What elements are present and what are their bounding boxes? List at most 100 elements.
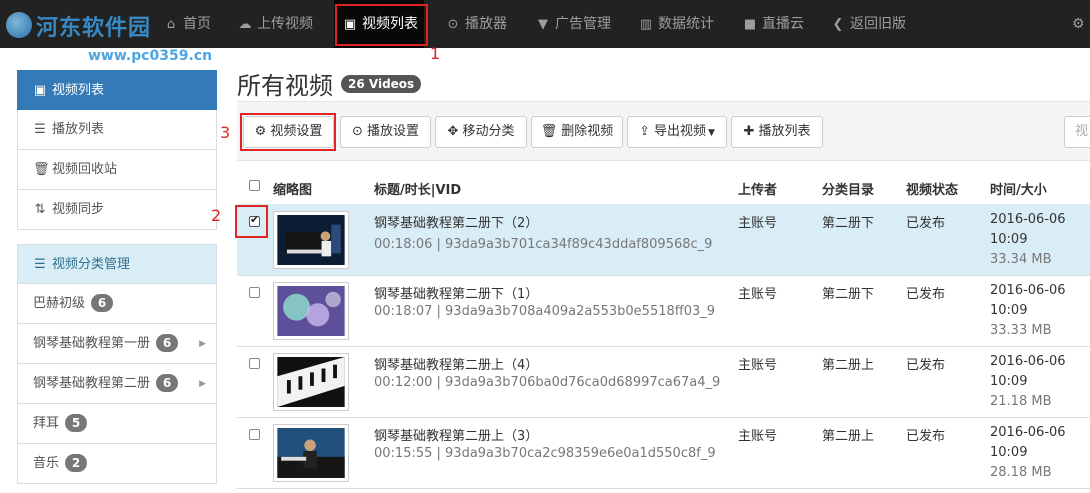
filter-icon: ▼ xyxy=(538,17,548,32)
sidebar-item-playlist[interactable]: ☰ 播放列表 xyxy=(17,110,217,150)
sidebar-category-header[interactable]: ☰ 视频分类管理 xyxy=(17,244,217,284)
category-item[interactable]: 钢琴基础教程第一册 6 ▶ xyxy=(17,324,217,364)
nav-ad-management[interactable]: ▼ 广告管理 xyxy=(535,0,611,48)
export-video-button[interactable]: ⇪ 导出视频 ▼ xyxy=(627,116,727,148)
move-icon: ✥ xyxy=(447,124,459,139)
list-icon: ☰ xyxy=(34,122,46,137)
table-row[interactable]: 钢琴基础教程第二册上（3） 00:15:55 | 93da9a3b70ca2c9… xyxy=(237,417,1090,489)
select-all-checkbox[interactable] xyxy=(249,180,260,191)
header-time-size[interactable]: 时间/大小 xyxy=(990,179,1047,198)
header-title[interactable]: 标题/时长|VID xyxy=(374,179,461,198)
header-uploader[interactable]: 上传者 xyxy=(738,179,777,198)
annotation-box-3 xyxy=(240,113,336,151)
uploader: 主账号 xyxy=(738,358,778,373)
move-category-button[interactable]: ✥ 移动分类 xyxy=(435,116,527,148)
video-duration-vid: 00:18:07 | 93da9a3b708a409a2a553b0e5518f… xyxy=(374,304,716,319)
video-title[interactable]: 钢琴基础教程第二册下（1） xyxy=(374,283,538,302)
nav-home[interactable]: ⌂ 首页 xyxy=(163,0,211,48)
sidebar-item-video-sync[interactable]: ⇅ 视频同步 xyxy=(17,190,217,230)
play-circle-icon: ⊙ xyxy=(352,124,363,139)
category-item[interactable]: 拜耳 5 xyxy=(17,404,217,444)
nav-live-cloud[interactable]: ■ 直播云 xyxy=(742,0,804,48)
upload-time: 10:09 xyxy=(990,232,1028,247)
watermark-url: www.pc0359.cn xyxy=(88,48,213,64)
search-input[interactable]: 视 xyxy=(1064,116,1090,148)
thumbnail-image xyxy=(277,286,345,336)
delete-video-button[interactable]: 🗑 删除视频 xyxy=(531,116,623,148)
sidebar-item-video-list[interactable]: ▣ 视频列表 xyxy=(17,70,217,110)
trash-icon: 🗑 xyxy=(33,162,50,177)
sync-icon: ⇅ xyxy=(34,202,46,217)
annotation-label-2: 2 xyxy=(211,206,222,225)
top-navbar: ⌂ 首页 ☁ 上传视频 ▣ 视频列表 ⊙ 播放器 ▼ 广告管理 ▥ 数据统计 ■ 直播云 ❮ 返… xyxy=(0,0,1090,48)
play-settings-button[interactable]: ⊙ 播放设置 xyxy=(340,116,431,148)
row-checkbox[interactable] xyxy=(249,358,260,369)
video-thumbnail[interactable] xyxy=(273,282,349,340)
back-icon: ❮ xyxy=(832,17,844,32)
file-size: 33.33 MB xyxy=(990,323,1052,338)
row-checkbox[interactable] xyxy=(249,287,260,298)
menu-icon: ☰ xyxy=(34,257,46,272)
video-title[interactable]: 钢琴基础教程第二册下（2） xyxy=(374,212,538,231)
trash-icon: 🗑 xyxy=(540,124,558,139)
sidebar-item-recycle-bin[interactable]: 🗑 视频回收站 xyxy=(17,150,217,190)
nav-back-old-version[interactable]: ❮ 返回旧版 xyxy=(830,0,906,48)
status: 已发布 xyxy=(906,358,946,373)
upload-icon: ☁ xyxy=(238,17,252,32)
thumbnail-image xyxy=(277,357,345,407)
nav-statistics[interactable]: ▥ 数据统计 xyxy=(638,0,714,48)
sidebar: ▣ 视频列表 ☰ 播放列表 🗑 视频回收站 ⇅ 视频同步 ☰ 视频分类管理 巴赫初级 6 钢… xyxy=(17,70,217,484)
caret-right-icon[interactable]: ▶ xyxy=(199,324,206,364)
home-icon: ⌂ xyxy=(166,17,176,32)
caret-right-icon[interactable]: ▶ xyxy=(199,364,206,404)
video-duration-vid: 00:18:06 | 93da9a3b701ca34f89c43ddaf8095… xyxy=(374,237,713,252)
film-icon: ▣ xyxy=(33,83,47,98)
video-title[interactable]: 钢琴基础教程第二册上（4） xyxy=(374,354,538,373)
video-camera-icon: ■ xyxy=(743,17,757,32)
video-thumbnail[interactable] xyxy=(273,424,349,482)
count-badge: 5 xyxy=(65,414,88,432)
upload-date: 2016-06-06 xyxy=(990,283,1066,298)
header-status[interactable]: 视频状态 xyxy=(906,179,958,198)
video-count-badge: 26 Videos xyxy=(341,75,422,93)
page-title: 所有视频 xyxy=(237,72,333,100)
video-thumbnail[interactable] xyxy=(273,211,349,269)
table-header: 缩略图 标题/时长|VID 上传者 分类目录 视频状态 时间/大小 xyxy=(237,170,1090,206)
table-row[interactable]: 钢琴基础教程第二册下（1） 00:18:07 | 93da9a3b708a409… xyxy=(237,275,1090,347)
play-circle-icon: ⊙ xyxy=(447,17,459,32)
category: 第二册下 xyxy=(822,287,875,302)
annotation-box-1 xyxy=(335,4,428,46)
annotation-label-3: 3 xyxy=(220,123,231,142)
category: 第二册上 xyxy=(822,429,875,444)
toolbar: ⚙ 视频设置 ⊙ 播放设置 ✥ 移动分类 🗑 删除视频 ⇪ 导出视频 ▼ ✚ 播放列表 视 xyxy=(237,101,1090,161)
category-item[interactable]: 巴赫初级 6 xyxy=(17,284,217,324)
upload-date: 2016-06-06 xyxy=(990,212,1066,227)
gear-icon[interactable]: ⚙ xyxy=(1072,0,1085,48)
video-thumbnail[interactable] xyxy=(273,353,349,411)
count-badge: 6 xyxy=(156,374,179,392)
nav-player[interactable]: ⊙ 播放器 xyxy=(445,0,507,48)
watermark-logo xyxy=(6,12,32,38)
uploader: 主账号 xyxy=(738,287,778,302)
category: 第二册上 xyxy=(822,358,875,373)
row-checkbox[interactable] xyxy=(249,429,260,440)
upload-date: 2016-06-06 xyxy=(990,354,1066,369)
upload-time: 10:09 xyxy=(990,445,1028,460)
watermark-text: 河东软件园 xyxy=(36,16,152,41)
nav-upload-video[interactable]: ☁ 上传视频 xyxy=(237,0,314,48)
header-category[interactable]: 分类目录 xyxy=(822,179,874,198)
uploader: 主账号 xyxy=(738,216,778,231)
export-icon: ⇪ xyxy=(639,124,650,139)
header-thumbnail: 缩略图 xyxy=(273,183,313,198)
playlist-button[interactable]: ✚ 播放列表 xyxy=(731,116,823,148)
upload-time: 10:09 xyxy=(990,303,1028,318)
table-row[interactable]: 钢琴基础教程第二册上（4） 00:12:00 | 93da9a3b706ba0d… xyxy=(237,346,1090,418)
upload-date: 2016-06-06 xyxy=(990,425,1066,440)
upload-time: 10:09 xyxy=(990,374,1028,389)
status: 已发布 xyxy=(906,287,946,302)
status: 已发布 xyxy=(906,429,946,444)
table-row[interactable]: 钢琴基础教程第二册下（2） 00:18:06 | 93da9a3b701ca34… xyxy=(237,204,1090,276)
category-item[interactable]: 钢琴基础教程第二册 6 ▶ xyxy=(17,364,217,404)
category-item[interactable]: 音乐 2 xyxy=(17,444,217,484)
video-title[interactable]: 钢琴基础教程第二册上（3） xyxy=(374,425,538,444)
